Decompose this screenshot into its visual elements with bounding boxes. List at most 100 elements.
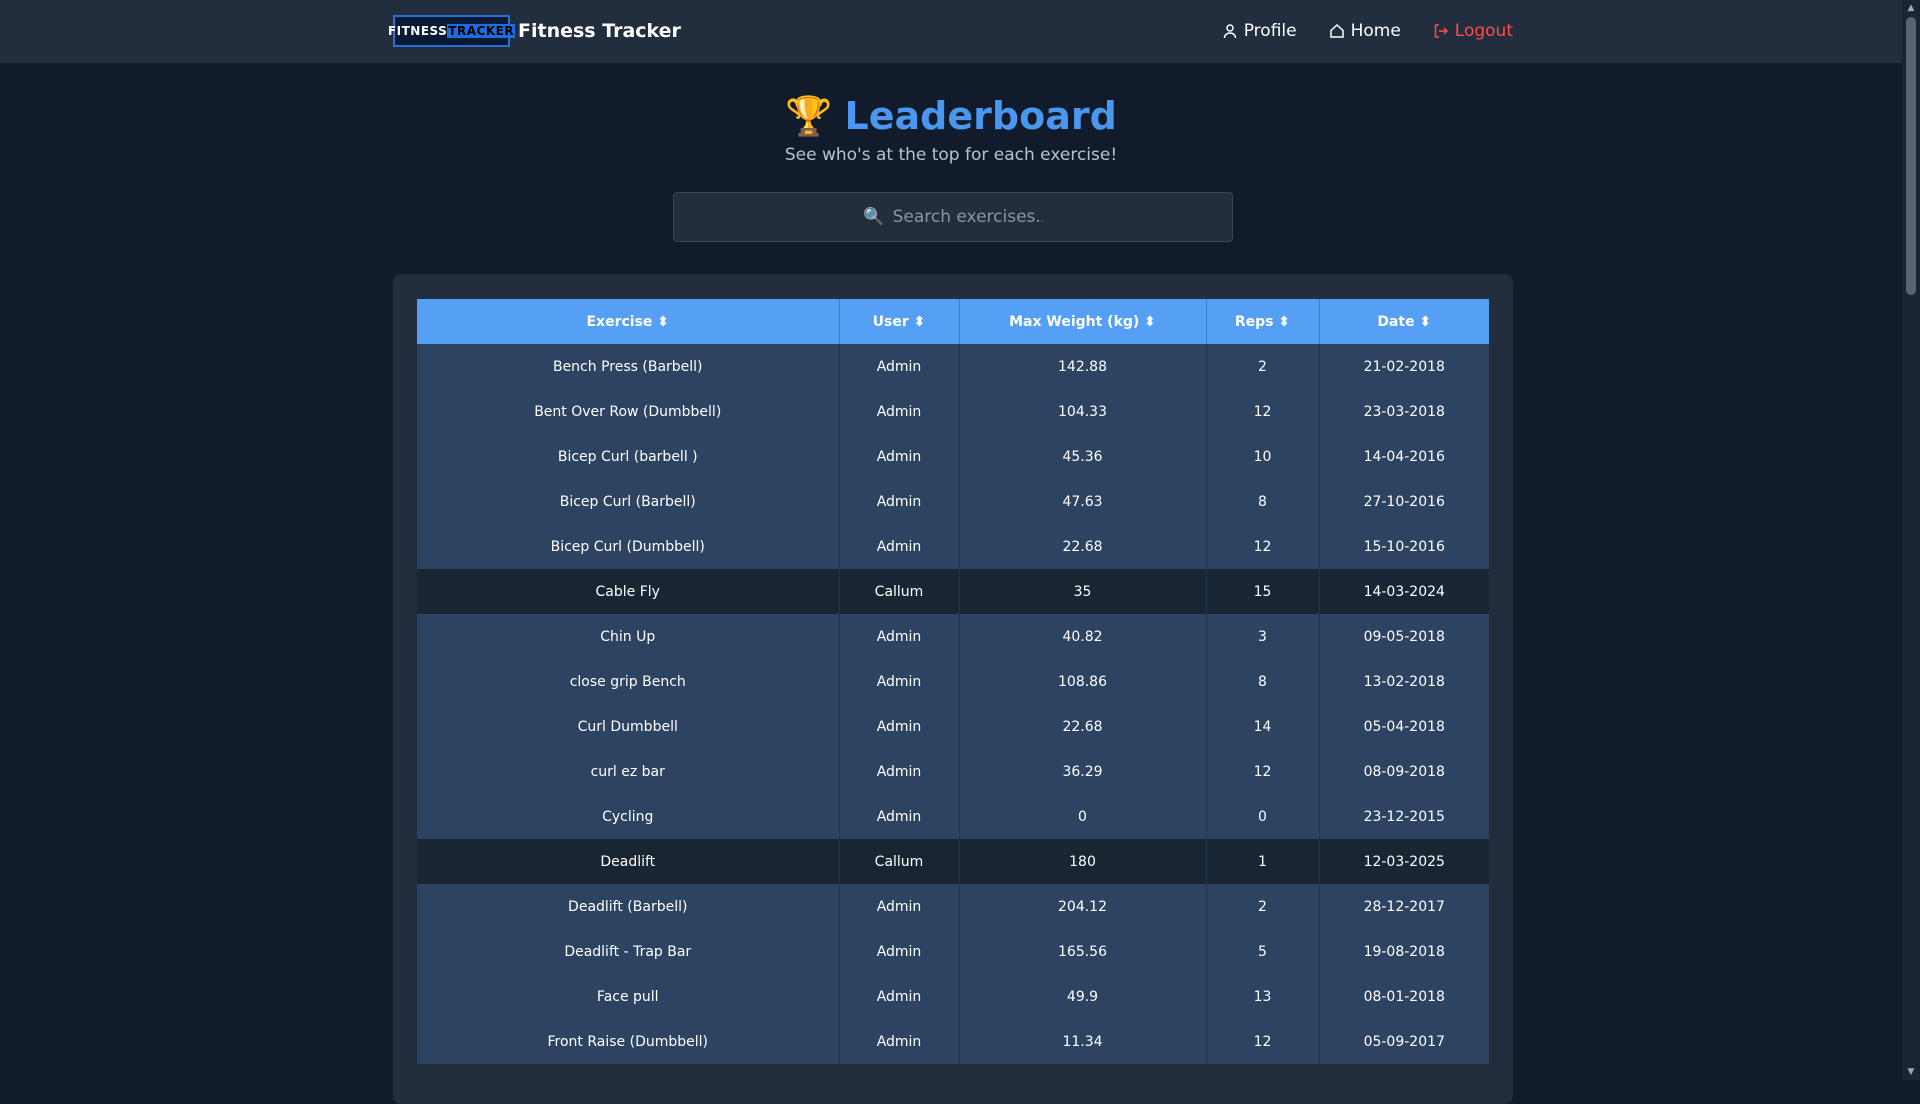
- cell-user: Admin: [839, 749, 960, 794]
- cell-reps: 12: [1206, 389, 1320, 434]
- cell-exercise: close grip Bench: [417, 659, 840, 704]
- table-row: Cycling Admin 0 0 23-12-2015: [417, 794, 1489, 839]
- cell-date: 08-01-2018: [1319, 974, 1489, 1019]
- brand[interactable]: FITNESS TRACKER Fitness Tracker: [388, 15, 681, 47]
- cell-date: 19-08-2018: [1319, 929, 1489, 974]
- cell-user: Admin: [839, 659, 960, 704]
- cell-date: 23-12-2015: [1319, 794, 1489, 839]
- cell-user: Admin: [839, 389, 960, 434]
- scrollbar[interactable]: ▲ ▼: [1902, 0, 1920, 1080]
- nav-profile-label: Profile: [1243, 21, 1297, 41]
- cell-reps: 2: [1206, 884, 1320, 929]
- cell-user: Admin: [839, 974, 960, 1019]
- scrollbar-thumb[interactable]: [1906, 17, 1916, 295]
- cell-max-weight: 49.9: [959, 974, 1207, 1019]
- app-title[interactable]: Fitness Tracker: [518, 20, 681, 42]
- cell-exercise: Bicep Curl (barbell ): [417, 434, 840, 479]
- cell-max-weight: 108.86: [959, 659, 1207, 704]
- cell-exercise: Bicep Curl (Barbell): [417, 479, 840, 524]
- scroll-down-icon[interactable]: ▼: [1906, 1067, 1916, 1077]
- cell-exercise: Front Raise (Dumbbell): [417, 1019, 840, 1064]
- table-row: Bent Over Row (Dumbbell) Admin 104.33 12…: [417, 389, 1489, 434]
- cell-max-weight: 45.36: [959, 434, 1207, 479]
- search-box[interactable]: 🔍: [673, 192, 1233, 242]
- cell-exercise: Bicep Curl (Dumbbell): [417, 524, 840, 569]
- table-row: Bicep Curl (barbell ) Admin 45.36 10 14-…: [417, 434, 1489, 479]
- table-row: Face pull Admin 49.9 13 08-01-2018: [417, 974, 1489, 1019]
- cell-user: Admin: [839, 479, 960, 524]
- column-header-max-weight[interactable]: Max Weight (kg) ⬍: [959, 299, 1207, 344]
- cell-user: Callum: [839, 569, 960, 614]
- home-icon: [1329, 23, 1344, 38]
- cell-max-weight: 204.12: [959, 884, 1207, 929]
- cell-exercise: Bench Press (Barbell): [417, 344, 840, 389]
- cell-user: Admin: [839, 524, 960, 569]
- table-row: Front Raise (Dumbbell) Admin 11.34 12 05…: [417, 1019, 1489, 1064]
- navbar: FITNESS TRACKER Fitness Tracker Profile H…: [0, 0, 1902, 63]
- nav-home-link[interactable]: Home: [1329, 21, 1401, 41]
- cell-max-weight: 47.63: [959, 479, 1207, 524]
- cell-date: 05-04-2018: [1319, 704, 1489, 749]
- cell-max-weight: 22.68: [959, 524, 1207, 569]
- cell-max-weight: 36.29: [959, 749, 1207, 794]
- cell-reps: 0: [1206, 794, 1320, 839]
- cell-max-weight: 40.82: [959, 614, 1207, 659]
- leaderboard-card: Exercise ⬍ User ⬍ Max Weight (kg) ⬍ Reps…: [393, 274, 1513, 1104]
- nav-profile-link[interactable]: Profile: [1222, 21, 1297, 41]
- user-icon: [1223, 24, 1236, 39]
- table-row: Bicep Curl (Dumbbell) Admin 22.68 12 15-…: [417, 524, 1489, 569]
- cell-reps: 14: [1206, 704, 1320, 749]
- cell-max-weight: 142.88: [959, 344, 1207, 389]
- nav-logout-link[interactable]: Logout: [1433, 21, 1513, 41]
- table-row: close grip Bench Admin 108.86 8 13-02-20…: [417, 659, 1489, 704]
- cell-date: 13-02-2018: [1319, 659, 1489, 704]
- cell-date: 09-05-2018: [1319, 614, 1489, 659]
- cell-exercise: Deadlift - Trap Bar: [417, 929, 840, 974]
- table-row: Deadlift (Barbell) Admin 204.12 2 28-12-…: [417, 884, 1489, 929]
- nav-links: Profile Home Logout: [1222, 18, 1513, 44]
- brand-logo[interactable]: FITNESS TRACKER: [388, 15, 516, 47]
- cell-user: Admin: [839, 929, 960, 974]
- cell-date: 21-02-2018: [1319, 344, 1489, 389]
- column-header-reps[interactable]: Reps ⬍: [1206, 299, 1320, 344]
- table-row: Chin Up Admin 40.82 3 09-05-2018: [417, 614, 1489, 659]
- cell-reps: 13: [1206, 974, 1320, 1019]
- cell-date: 14-04-2016: [1319, 434, 1489, 479]
- table-row: Bench Press (Barbell) Admin 142.88 2 21-…: [417, 344, 1489, 389]
- cell-max-weight: 180: [959, 839, 1207, 884]
- scroll-up-icon[interactable]: ▲: [1906, 3, 1916, 13]
- cell-exercise: Bent Over Row (Dumbbell): [417, 389, 840, 434]
- cell-exercise: Face pull: [417, 974, 840, 1019]
- cell-exercise: Chin Up: [417, 614, 840, 659]
- cell-reps: 12: [1206, 1019, 1320, 1064]
- cell-reps: 8: [1206, 659, 1320, 704]
- cell-reps: 10: [1206, 434, 1320, 479]
- cell-exercise: Cycling: [417, 794, 840, 839]
- page-title: Leaderboard: [844, 94, 1117, 138]
- cell-max-weight: 0: [959, 794, 1207, 839]
- leaderboard-table: Exercise ⬍ User ⬍ Max Weight (kg) ⬍ Reps…: [417, 299, 1489, 1064]
- nav-logout-label: Logout: [1454, 21, 1513, 41]
- cell-user: Admin: [839, 434, 960, 479]
- cell-exercise: Curl Dumbbell: [417, 704, 840, 749]
- table-row: Bicep Curl (Barbell) Admin 47.63 8 27-10…: [417, 479, 1489, 524]
- cell-user: Admin: [839, 344, 960, 389]
- cell-user: Callum: [839, 839, 960, 884]
- cell-date: 15-10-2016: [1319, 524, 1489, 569]
- cell-max-weight: 104.33: [959, 389, 1207, 434]
- cell-reps: 12: [1206, 749, 1320, 794]
- table-row: curl ez bar Admin 36.29 12 08-09-2018: [417, 749, 1489, 794]
- cell-date: 12-03-2025: [1319, 839, 1489, 884]
- table-row: Curl Dumbbell Admin 22.68 14 05-04-2018: [417, 704, 1489, 749]
- column-header-user[interactable]: User ⬍: [839, 299, 960, 344]
- page-header: 🏆 Leaderboard: [0, 92, 1902, 140]
- cell-exercise: Cable Fly: [417, 569, 840, 614]
- column-header-exercise[interactable]: Exercise ⬍: [417, 299, 840, 344]
- search-input[interactable]: [892, 207, 1043, 227]
- cell-reps: 15: [1206, 569, 1320, 614]
- column-header-date[interactable]: Date ⬍: [1319, 299, 1489, 344]
- cell-user: Admin: [839, 884, 960, 929]
- logout-icon: [1434, 24, 1448, 38]
- cell-date: 23-03-2018: [1319, 389, 1489, 434]
- cell-max-weight: 35: [959, 569, 1207, 614]
